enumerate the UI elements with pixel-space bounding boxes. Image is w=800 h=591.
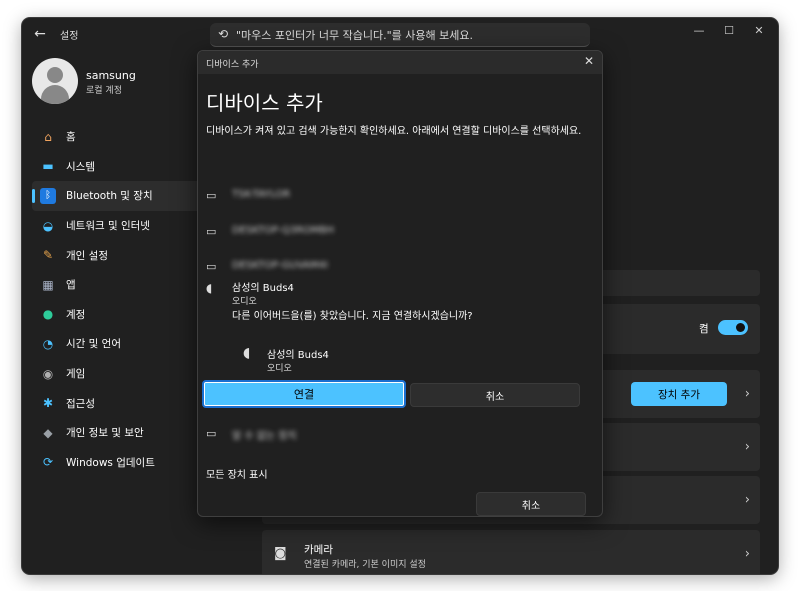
chevron-right-icon[interactable]: › [745, 440, 750, 455]
toggle-state-label: 켬 [699, 323, 709, 335]
dialog-heading: 디바이스 추가 [206, 91, 323, 115]
device-name: TSK-TAYLOR [232, 189, 291, 200]
buds-name: 삼성의 Buds4 [232, 283, 294, 294]
computer-icon: ▭ [206, 260, 217, 273]
buds-sub-type: 오디오 [267, 364, 292, 374]
accessibility-icon: ✱ [42, 396, 54, 411]
person-icon: ● [42, 307, 54, 322]
gamepad-icon: ◉ [42, 366, 54, 381]
camera-icon: ◙ [274, 546, 287, 561]
device-item[interactable]: ▭ DESKTOP-Q3ROMBH [206, 223, 596, 243]
dialog-bar-title: 디바이스 추가 [206, 60, 259, 70]
add-device-dialog: 디바이스 추가 ✕ 디바이스 추가 디바이스가 켜져 있고 검색 가능한지 확인… [197, 50, 603, 517]
title-bar: ← 설정 ⟲ — ☐ ✕ [22, 18, 778, 50]
camera-subtitle: 연결된 카메라, 기본 이미지 설정 [304, 560, 426, 570]
buds-sub-name: 삼성의 Buds4 [267, 350, 329, 361]
cancel-button[interactable]: 취소 [410, 383, 580, 407]
camera-title: 카메라 [304, 544, 333, 556]
dialog-title-bar: 디바이스 추가 ✕ [198, 51, 602, 74]
chevron-right-icon[interactable]: › [745, 387, 750, 402]
buds-type: 오디오 [232, 297, 257, 307]
account-type: 로컬 계정 [86, 86, 122, 96]
connect-button[interactable]: 연결 [202, 380, 406, 408]
wifi-icon: ◒ [42, 218, 54, 233]
footer-cancel-button[interactable]: 취소 [476, 492, 586, 516]
computer-icon: ▭ [206, 225, 217, 238]
earbuds-icon: ◖ [243, 345, 251, 361]
chevron-right-icon[interactable]: › [745, 547, 750, 562]
apps-icon: ▦ [42, 277, 54, 292]
bluetooth-toggle[interactable] [718, 320, 748, 335]
device-name: 알 수 없는 장치 [232, 431, 297, 442]
shield-icon: ◆ [43, 425, 53, 440]
camera-card[interactable]: ◙ 카메라 연결된 카메라, 기본 이미지 설정 › [262, 530, 760, 574]
app-title: 설정 [60, 31, 79, 42]
monitor-icon: ▬ [42, 159, 54, 174]
buds-message: 다른 이어버드을(를) 찾았습니다. 지금 연결하시겠습니까? [232, 311, 473, 322]
brush-icon: ✎ [42, 248, 54, 263]
device-item[interactable]: ▭ 알 수 없는 장치 [206, 425, 596, 445]
earbuds-icon: ◖ [206, 281, 213, 295]
close-window-icon[interactable]: ✕ [742, 20, 776, 44]
search-box[interactable]: ⟲ [210, 23, 590, 47]
device-name: DESKTOP-GUVAM4I [232, 260, 328, 271]
device-item[interactable]: ▭ DESKTOP-GUVAM4I [206, 258, 596, 278]
maximize-icon[interactable]: ☐ [712, 20, 746, 44]
home-icon: ⌂ [44, 129, 52, 144]
chevron-right-icon[interactable]: › [745, 493, 750, 508]
settings-window: ← 설정 ⟲ — ☐ ✕ samsung 로컬 계정 ⌂홈 ▬시스템 ᛒBlue… [22, 18, 778, 574]
computer-icon: ▭ [206, 189, 217, 202]
add-device-button[interactable]: 장치 추가 [631, 382, 727, 406]
user-name: samsung [86, 69, 136, 82]
globe-clock-icon: ◔ [42, 336, 54, 351]
update-icon: ⟳ [42, 455, 54, 470]
show-all-devices-link[interactable]: 모든 장치 표시 [206, 466, 268, 481]
computer-icon: ▭ [206, 427, 217, 440]
dialog-description: 디바이스가 켜져 있고 검색 가능한지 확인하세요. 아래에서 연결할 디바이스… [206, 126, 582, 137]
bluetooth-icon: ᛒ [40, 187, 56, 204]
close-icon[interactable]: ✕ [584, 54, 594, 68]
avatar [32, 58, 78, 104]
back-arrow-icon[interactable]: ← [30, 24, 50, 44]
search-input[interactable] [236, 26, 581, 44]
device-name: DESKTOP-Q3ROMBH [232, 225, 334, 236]
minimize-icon[interactable]: — [682, 20, 716, 44]
search-icon: ⟲ [218, 27, 229, 41]
device-item[interactable]: ▭ TSK-TAYLOR [206, 187, 596, 207]
